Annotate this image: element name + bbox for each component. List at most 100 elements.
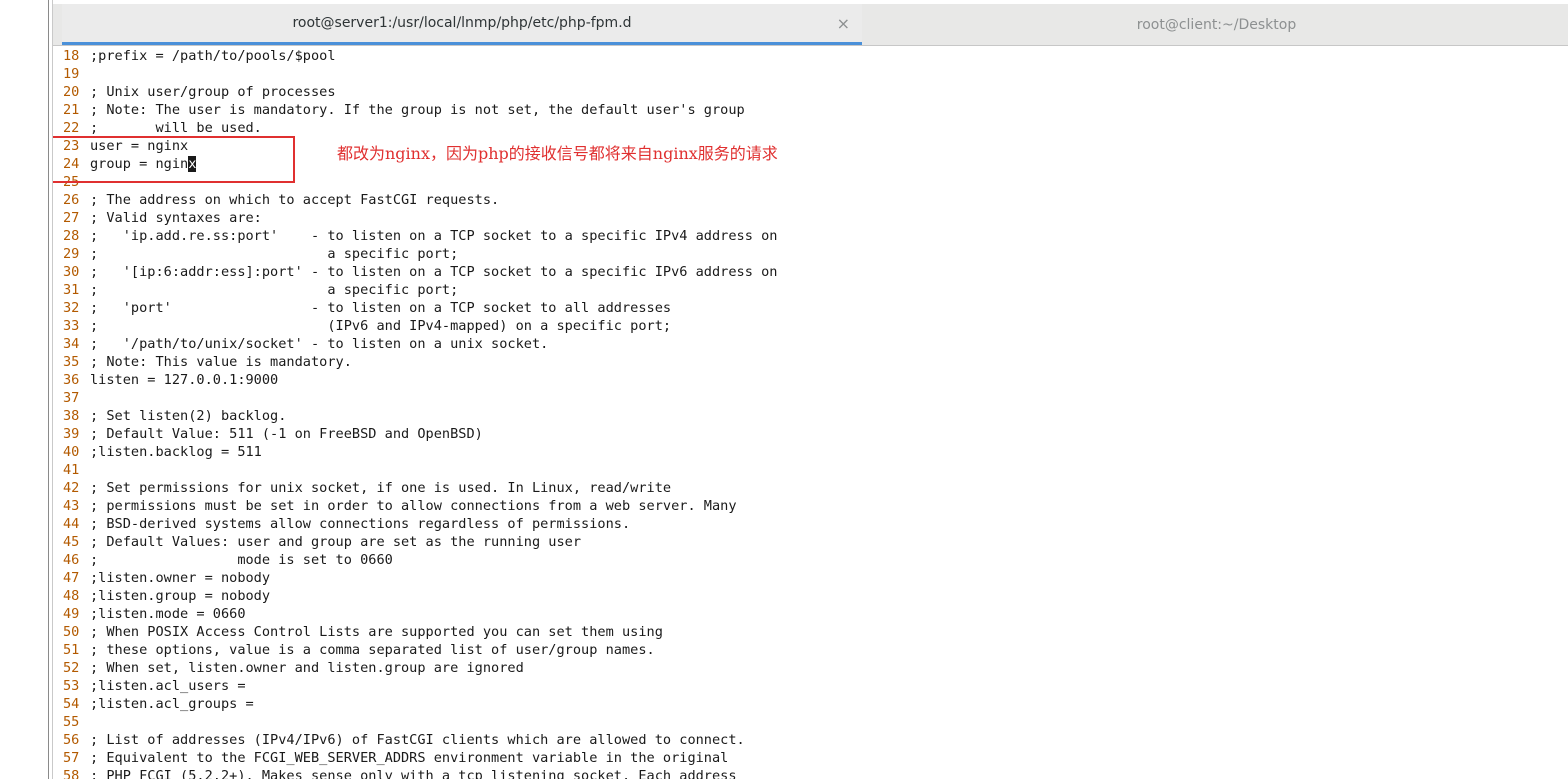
- line-number: 26: [63, 192, 80, 208]
- code-line: 28 ; 'ip.add.re.ss:port' - to listen on a…: [63, 227, 777, 245]
- line-number: 55: [63, 714, 80, 730]
- line-text: ; Valid syntaxes are:: [90, 210, 262, 226]
- code-line: 22 ; will be used.: [63, 119, 262, 137]
- line-number: 29: [63, 246, 80, 262]
- line-text: ; Default Value: 511 (-1 on FreeBSD and …: [90, 426, 483, 442]
- code-line: 45 ; Default Values: user and group are s…: [63, 533, 581, 551]
- code-line: 43 ; permissions must be set in order to …: [63, 497, 737, 515]
- close-tab-icon[interactable]: ×: [837, 14, 850, 33]
- line-text: ;prefix = /path/to/pools/$pool: [90, 48, 336, 64]
- line-number: 52: [63, 660, 80, 676]
- line-number: 37: [63, 390, 80, 406]
- editor-area[interactable]: 58 ; PHP FCGI (5.2.2+). Makes sense only …: [53, 46, 1568, 779]
- code-line: 53 ;listen.acl_users =: [63, 677, 246, 695]
- line-text: ; 'port' - to listen on a TCP socket to …: [90, 300, 672, 316]
- code-line: 34 ; '/path/to/unix/socket' - to listen o…: [63, 335, 548, 353]
- line-text: ; List of addresses (IPv4/IPv6) of FastC…: [90, 732, 745, 748]
- line-number: 45: [63, 534, 80, 550]
- line-number: 20: [63, 84, 80, 100]
- line-number: 38: [63, 408, 80, 424]
- code-line: 58 ; PHP FCGI (5.2.2+). Makes sense only …: [63, 767, 737, 779]
- line-text: ; Note: The user is mandatory. If the gr…: [90, 102, 745, 118]
- annotation-note: 都改为nginx，因为php的接收信号都将来自nginx服务的请求: [337, 144, 778, 163]
- line-text: ; mode is set to 0660: [90, 552, 393, 568]
- code-line: 50 ; When POSIX Access Control Lists are …: [63, 623, 663, 641]
- line-number: 53: [63, 678, 80, 694]
- line-number: 57: [63, 750, 80, 766]
- code-line: 32 ; 'port' - to listen on a TCP socket t…: [63, 299, 671, 317]
- line-text: ; When set, listen.owner and listen.grou…: [90, 660, 524, 676]
- highlight-box: [53, 136, 295, 183]
- code-line: 52 ; When set, listen.owner and listen.gr…: [63, 659, 524, 677]
- line-text: ; these options, value is a comma separa…: [90, 642, 655, 658]
- line-number: 42: [63, 480, 80, 496]
- line-number: 40: [63, 444, 80, 460]
- code-line: 31 ; a specific port;: [63, 281, 458, 299]
- code-line: 19: [63, 65, 90, 83]
- line-number: 47: [63, 570, 80, 586]
- code-line: 26 ; The address on which to accept FastC…: [63, 191, 499, 209]
- tab-client-label: root@client:~/Desktop: [1136, 16, 1297, 33]
- left-gutter: [0, 0, 48, 779]
- code-line: 37: [63, 389, 90, 407]
- line-number: 46: [63, 552, 80, 568]
- line-text: ; PHP FCGI (5.2.2+). Makes sense only wi…: [90, 768, 737, 779]
- line-number: 18: [63, 48, 80, 64]
- code-line: 57 ; Equivalent to the FCGI_WEB_SERVER_AD…: [63, 749, 728, 767]
- line-text: listen = 127.0.0.1:9000: [90, 372, 279, 388]
- line-number: 48: [63, 588, 80, 604]
- line-number: 32: [63, 300, 80, 316]
- line-text: ;listen.backlog = 511: [90, 444, 262, 460]
- line-number: 21: [63, 102, 80, 118]
- line-number: 51: [63, 642, 80, 658]
- line-number: 54: [63, 696, 80, 712]
- code-line: 30 ; '[ip:6:addr:ess]:port' - to listen o…: [63, 263, 777, 281]
- code-line: 49 ;listen.mode = 0660: [63, 605, 246, 623]
- code-line: 18 ;prefix = /path/to/pools/$pool: [63, 47, 336, 65]
- line-text: ; Set listen(2) backlog.: [90, 408, 287, 424]
- line-text: ; BSD-derived systems allow connections …: [90, 516, 631, 532]
- line-text: ; Unix user/group of processes: [90, 84, 336, 100]
- tab-client[interactable]: root@client:~/Desktop: [864, 4, 1568, 45]
- code-line: 21 ; Note: The user is mandatory. If the …: [63, 101, 745, 119]
- line-text: ;listen.group = nobody: [90, 588, 271, 604]
- code-line: 47 ;listen.owner = nobody: [63, 569, 270, 587]
- tab-server1[interactable]: root@server1:/usr/local/lnmp/php/etc/php…: [62, 4, 862, 45]
- terminal-window: root@server1:/usr/local/lnmp/php/etc/php…: [52, 0, 1568, 779]
- line-text: ; a specific port;: [90, 246, 459, 262]
- tab-bar: root@server1:/usr/local/lnmp/php/etc/php…: [53, 4, 1568, 46]
- code-line: 44 ; BSD-derived systems allow connection…: [63, 515, 630, 533]
- code-line: 48 ;listen.group = nobody: [63, 587, 270, 605]
- code-line: 55: [63, 713, 90, 731]
- line-number: 27: [63, 210, 80, 226]
- code-line: 20 ; Unix user/group of processes: [63, 83, 336, 101]
- line-number: 31: [63, 282, 80, 298]
- code-line: 27 ; Valid syntaxes are:: [63, 209, 262, 227]
- line-text: ; Note: This value is mandatory.: [90, 354, 352, 370]
- line-number: 19: [63, 66, 80, 82]
- line-number: 50: [63, 624, 80, 640]
- tab-server1-label: root@server1:/usr/local/lnmp/php/etc/php…: [292, 15, 632, 31]
- code-line: 56 ; List of addresses (IPv4/IPv6) of Fas…: [63, 731, 745, 749]
- line-number: 35: [63, 354, 80, 370]
- line-text: ; permissions must be set in order to al…: [90, 498, 737, 514]
- code-line: 38 ; Set listen(2) backlog.: [63, 407, 286, 425]
- line-number: 43: [63, 498, 80, 514]
- code-line: 35 ; Note: This value is mandatory.: [63, 353, 352, 371]
- line-number: 56: [63, 732, 80, 748]
- line-text: ;listen.acl_users =: [90, 678, 246, 694]
- line-number: 30: [63, 264, 80, 280]
- code-line: 29 ; a specific port;: [63, 245, 458, 263]
- code-line: 40 ;listen.backlog = 511: [63, 443, 262, 461]
- line-number: 39: [63, 426, 80, 442]
- line-text: ; (IPv6 and IPv4-mapped) on a specific p…: [90, 318, 672, 334]
- code-line: 41: [63, 461, 90, 479]
- line-number: 22: [63, 120, 80, 136]
- line-text: ; a specific port;: [90, 282, 459, 298]
- line-text: ; Default Values: user and group are set…: [90, 534, 582, 550]
- line-text: ; will be used.: [90, 120, 262, 136]
- line-number: 34: [63, 336, 80, 352]
- code-line: 33 ; (IPv6 and IPv4-mapped) on a specific…: [63, 317, 671, 335]
- code-line: 46 ; mode is set to 0660: [63, 551, 393, 569]
- line-text: ;listen.mode = 0660: [90, 606, 246, 622]
